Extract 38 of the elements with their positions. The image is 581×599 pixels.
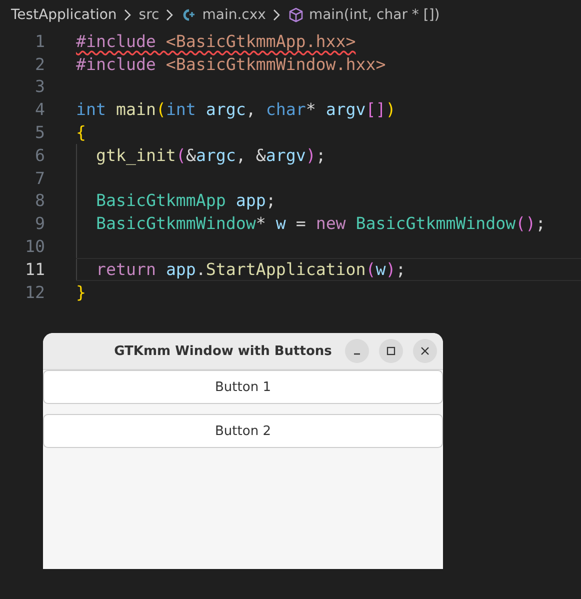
chevron-icon [272,9,281,21]
line-number: 6 [34,146,45,165]
code-line: return app.StartApplication(w); [96,260,406,279]
breadcrumb-item[interactable]: main(int, char * []) [308,7,440,23]
code-line: { [76,123,86,142]
line-number: 3 [34,77,45,96]
code-line: BasicGtkmmApp app; [96,191,276,210]
cube-icon [288,7,304,23]
line-number: 7 [34,168,45,188]
chevron-icon [124,9,132,21]
cpp-file-icon [181,8,198,22]
close-button[interactable] [413,339,437,363]
maximize-icon [386,346,396,356]
code-line: BasicGtkmmWindow* w = new BasicGtkmmWindow(); [96,214,546,234]
breadcrumb-item[interactable]: main.cxx [202,7,266,23]
code-line: } [76,282,86,302]
code-line: gtk_init(&argc, &argv); [96,146,326,165]
minimize-icon [353,353,361,355]
line-number: 8 [34,191,45,210]
push-button[interactable]: Button 2 [43,414,443,448]
maximize-button[interactable] [379,339,403,363]
line-number: 1 [34,32,45,51]
line-number: 9 [34,214,45,234]
code-line: int main(int argc, char* argv[]) [76,100,396,120]
line-number: 12 [24,282,45,302]
code-line: #include <BasicGtkmmApp.hxx> [76,32,356,51]
chevron-icon [166,9,174,21]
push-button[interactable]: Button 1 [43,370,443,404]
breadcrumb-item[interactable]: TestApplication [11,7,117,23]
line-number: 5 [34,123,45,142]
code-line: #include <BasicGtkmmWindow.hxx> [76,54,386,74]
line-number: 10 [24,237,45,256]
window-title: GTKmm Window with Buttons [114,344,332,358]
close-icon [420,346,430,356]
line-number: 4 [34,100,45,120]
line-number: 11 [24,260,45,279]
breadcrumb-item[interactable]: src [138,7,160,23]
line-number: 2 [34,54,45,74]
